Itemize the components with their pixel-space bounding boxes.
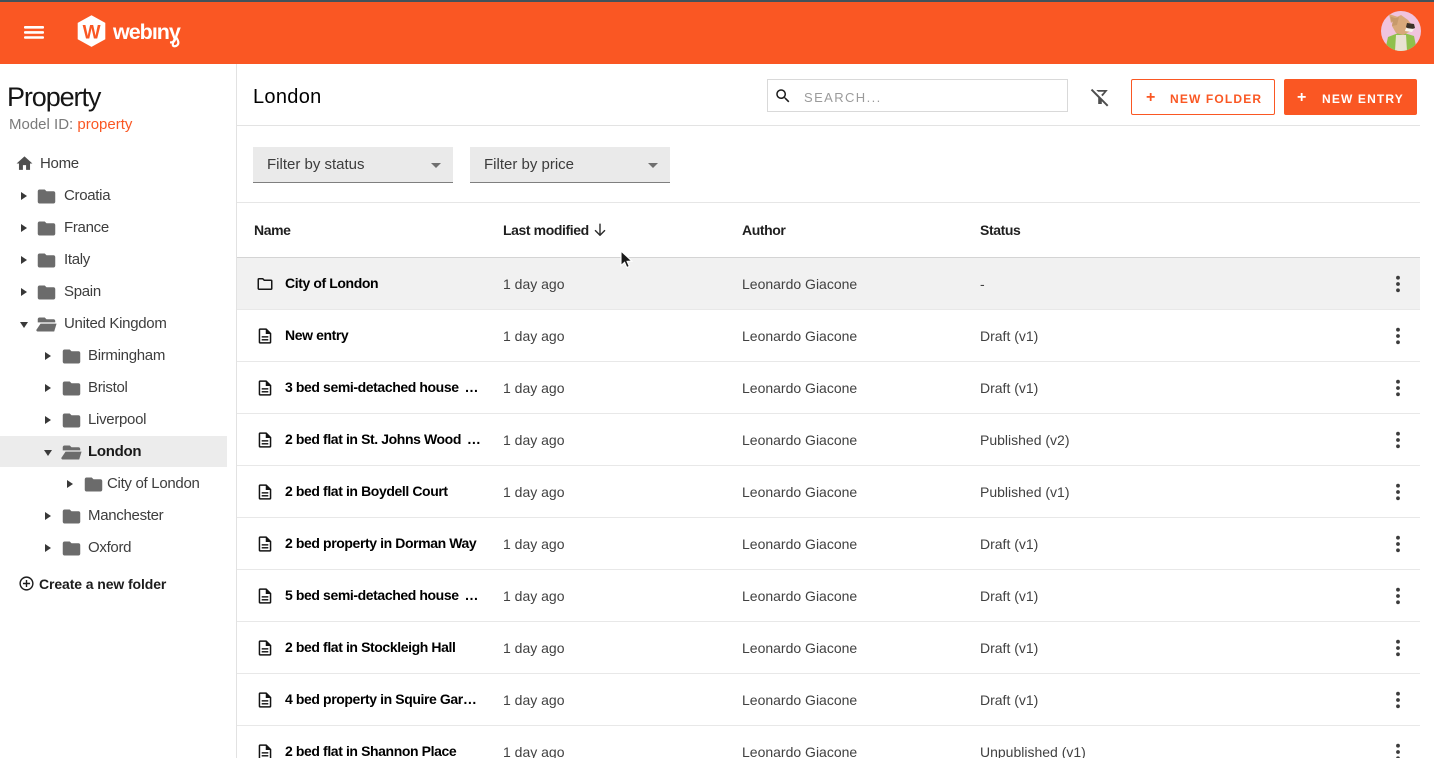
svg-text:W: W: [83, 23, 101, 44]
svg-text:webıny: webıny: [112, 20, 181, 44]
